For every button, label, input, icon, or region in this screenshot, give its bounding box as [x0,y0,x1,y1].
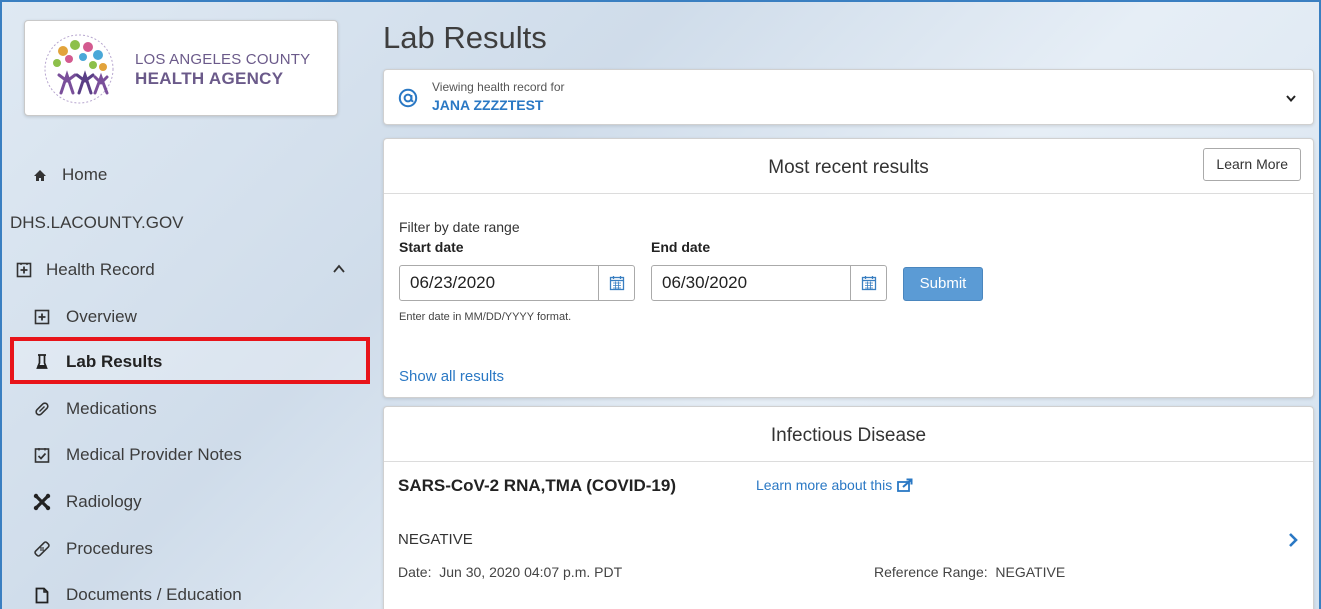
flask-icon [32,354,52,370]
infectious-disease-title: Infectious Disease [770,425,927,446]
start-date-calendar-button[interactable] [598,266,634,300]
sidebar-item-label: Procedures [66,539,153,558]
chevron-down-icon[interactable] [1285,92,1297,104]
learn-more-about-test-link[interactable]: Learn more about this [756,477,913,493]
home-icon [30,169,50,182]
clipboard-check-icon [32,447,52,463]
sidebar: LOS ANGELES COUNTY HEALTH AGENCY Home DH… [2,2,372,609]
sidebar-item-label: Radiology [66,492,142,511]
chevron-up-icon[interactable] [332,262,346,276]
people-tree-logo-icon [44,34,114,104]
filter-date-range-label: Filter by date range [399,219,520,235]
sidebar-item-label: Medical Provider Notes [66,445,242,464]
sidebar-item-dhs-link[interactable]: DHS.LACOUNTY.GOV [10,213,184,233]
test-name: SARS-CoV-2 RNA,TMA (COVID-19) [398,476,676,495]
logo-text-agency: HEALTH AGENCY [135,69,284,88]
recent-results-card: Most recent results Learn More Filter by… [383,138,1314,398]
test-date-value: Jun 30, 2020 04:07 p.m. PDT [439,564,623,580]
sidebar-item-health-record[interactable]: Health Record [14,260,155,280]
recent-results-title: Most recent results [768,157,929,178]
infectious-disease-card: Infectious Disease SARS-CoV-2 RNA,TMA (C… [383,406,1314,609]
end-date-value: 06/30/2020 [662,273,748,292]
end-date-field[interactable]: 06/30/2020 [651,265,887,301]
sidebar-item-label: Overview [66,307,137,326]
overview-icon [32,309,52,325]
recent-results-header: Most recent results Learn More [384,139,1313,194]
health-record-icon [14,262,34,278]
reference-range-label: Reference Range: [874,564,988,580]
end-date-calendar-button[interactable] [850,266,886,300]
at-sign-icon [398,88,418,108]
infectious-disease-header: Infectious Disease [384,407,1313,462]
test-result-value: NEGATIVE [398,531,473,548]
external-link-icon [897,478,913,492]
learn-more-about-test-label: Learn more about this [756,477,893,493]
sidebar-item-label: DHS.LACOUNTY.GOV [10,213,184,232]
sidebar-item-label: Home [62,165,108,184]
page-title: Lab Results [383,20,547,55]
sidebar-item-documents[interactable]: Documents / Education [32,585,242,605]
test-date-label: Date: [398,564,432,580]
start-date-label: Start date [399,239,464,255]
sidebar-item-label: Documents / Education [66,585,242,604]
sidebar-item-label: Health Record [46,260,155,279]
sidebar-item-procedures[interactable]: Procedures [32,539,153,559]
patient-name: JANA ZZZZTEST [432,97,544,113]
viewing-record-label: Viewing health record for [432,80,565,94]
calendar-icon [861,276,876,291]
end-date-label: End date [651,239,711,255]
chevron-right-icon[interactable] [1287,532,1299,548]
reference-range: Reference Range: NEGATIVE [874,564,1065,580]
sidebar-item-provider-notes[interactable]: Medical Provider Notes [32,445,242,465]
date-format-hint: Enter date in MM/DD/YYYY format. [399,311,572,323]
sidebar-item-label: Medications [66,399,157,418]
sidebar-item-medications[interactable]: Medications [32,399,157,419]
start-date-field[interactable]: 06/23/2020 [399,265,635,301]
logo-text-county: LOS ANGELES COUNTY [135,51,311,68]
patient-selector[interactable]: Viewing health record for JANA ZZZZTEST [383,69,1314,125]
sidebar-item-overview[interactable]: Overview [32,307,137,327]
sidebar-item-radiology[interactable]: Radiology [32,492,142,512]
sidebar-item-lab-results[interactable]: Lab Results [32,352,162,372]
show-all-results-link[interactable]: Show all results [399,368,504,385]
bone-icon [32,493,52,511]
learn-more-button[interactable]: Learn More [1203,148,1301,181]
start-date-value: 06/23/2020 [410,273,496,292]
sidebar-item-label: Lab Results [66,352,163,371]
sidebar-item-home[interactable]: Home [30,165,107,185]
submit-button[interactable]: Submit [903,267,983,301]
bandage-icon [32,540,52,558]
agency-logo[interactable]: LOS ANGELES COUNTY HEALTH AGENCY [24,20,338,116]
pill-icon [32,400,52,418]
reference-range-value: NEGATIVE [995,564,1066,580]
test-date: Date: Jun 30, 2020 04:07 p.m. PDT [398,564,622,580]
document-icon [32,587,52,604]
calendar-icon [609,276,624,291]
